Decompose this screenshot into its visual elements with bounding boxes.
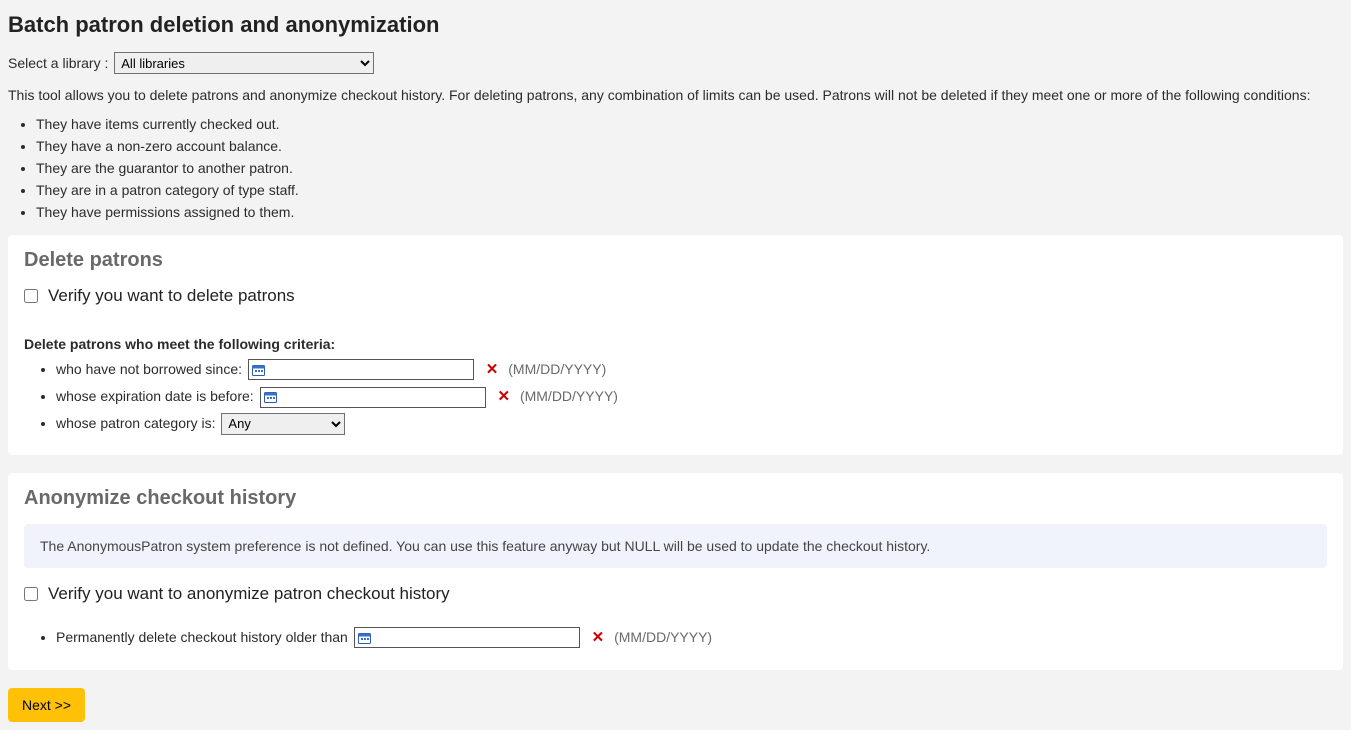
condition-item: They have items currently checked out. (36, 114, 1343, 135)
criteria-list: who have not borrowed since: ✕ (MM/DD/YY… (24, 358, 1327, 435)
anonymize-criteria-list: Permanently delete checkout history olde… (24, 626, 1327, 650)
patron-category-select[interactable]: Any (221, 413, 345, 435)
condition-item: They are the guarantor to another patron… (36, 158, 1343, 179)
calendar-icon (264, 391, 277, 403)
older-than-date-field[interactable] (354, 627, 580, 648)
tool-description: This tool allows you to delete patrons a… (8, 86, 1343, 106)
date-format-hint: (MM/DD/YYYY) (508, 361, 606, 377)
condition-item: They are in a patron category of type st… (36, 180, 1343, 201)
criteria-item: Permanently delete checkout history olde… (56, 626, 1327, 650)
anonymize-panel: Anonymize checkout history The Anonymous… (8, 473, 1343, 670)
criteria-item: who have not borrowed since: ✕ (MM/DD/YY… (56, 358, 1327, 382)
criteria-item: whose expiration date is before: ✕ (MM/D… (56, 385, 1327, 409)
anonymous-patron-warning: The AnonymousPatron system preference is… (24, 524, 1327, 568)
expiration-date-field[interactable] (260, 387, 486, 408)
criteria-label: who have not borrowed since: (56, 361, 242, 377)
calendar-icon (252, 364, 265, 376)
library-select[interactable]: All libraries (114, 52, 374, 74)
date-format-hint: (MM/DD/YYYY) (520, 388, 618, 404)
verify-anonymize-label: Verify you want to anonymize patron chec… (48, 584, 450, 604)
criteria-item: whose patron category is: Any (56, 412, 1327, 435)
conditions-list: They have items currently checked out. T… (8, 114, 1343, 223)
criteria-label: whose expiration date is before: (56, 388, 254, 404)
verify-anonymize-checkbox[interactable] (24, 587, 38, 601)
clear-not-borrowed-icon[interactable]: ✕ (486, 358, 499, 382)
criteria-label: whose patron category is: (56, 415, 216, 431)
page-title: Batch patron deletion and anonymization (8, 12, 1343, 38)
not-borrowed-date-input[interactable] (265, 362, 470, 377)
library-selector-row: Select a library : All libraries (8, 52, 1343, 74)
condition-item: They have a non-zero account balance. (36, 136, 1343, 157)
criteria-label: Permanently delete checkout history olde… (56, 629, 348, 645)
delete-heading: Delete patrons (24, 249, 1327, 272)
next-button[interactable]: Next >> (8, 688, 85, 722)
calendar-icon (358, 632, 371, 644)
delete-patrons-panel: Delete patrons Verify you want to delete… (8, 235, 1343, 455)
older-than-date-input[interactable] (371, 630, 576, 645)
clear-expiration-icon[interactable]: ✕ (497, 385, 510, 409)
clear-older-than-icon[interactable]: ✕ (592, 626, 605, 650)
library-label: Select a library : (8, 55, 108, 71)
expiration-date-input[interactable] (277, 390, 482, 405)
verify-delete-checkbox[interactable] (24, 289, 38, 303)
verify-delete-label: Verify you want to delete patrons (48, 286, 295, 306)
anonymize-heading: Anonymize checkout history (24, 487, 1327, 510)
criteria-heading: Delete patrons who meet the following cr… (24, 336, 1327, 352)
date-format-hint: (MM/DD/YYYY) (614, 629, 712, 645)
condition-item: They have permissions assigned to them. (36, 202, 1343, 223)
not-borrowed-date-field[interactable] (248, 359, 474, 380)
